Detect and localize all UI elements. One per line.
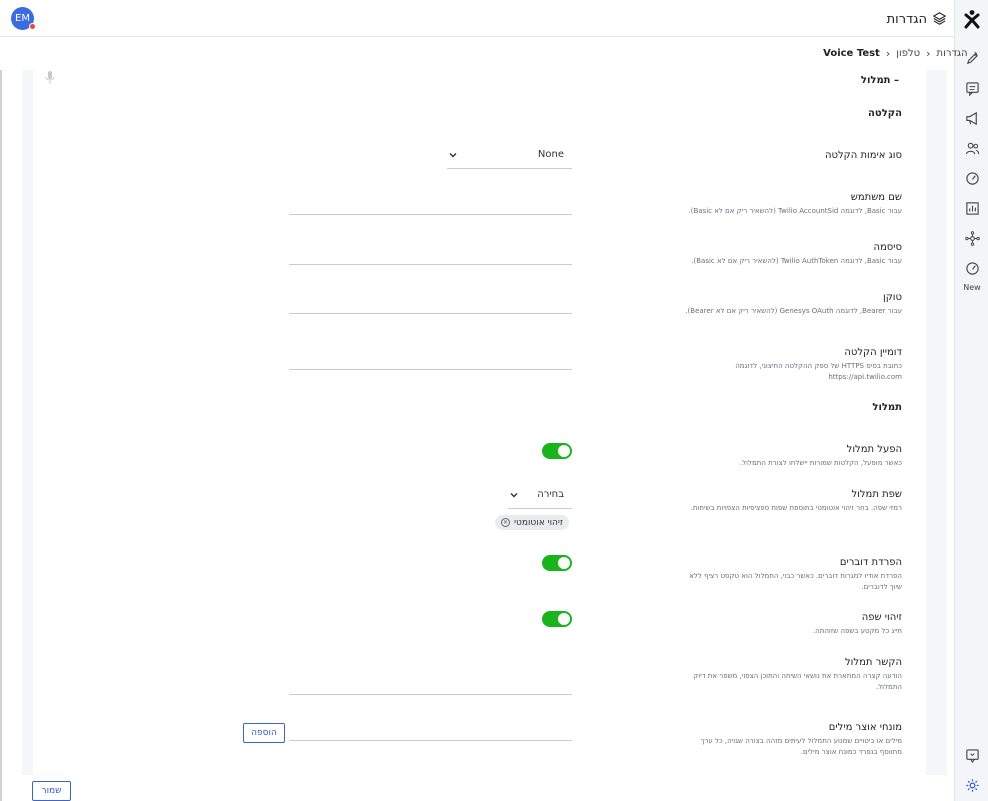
password-input[interactable]	[289, 245, 572, 265]
save-button[interactable]: שמור	[32, 781, 71, 801]
password-hint: עבור Basic, לדוגמה Twilio AuthToken (להש…	[691, 257, 902, 265]
gauge-icon[interactable]	[955, 166, 988, 190]
auth-type-value: None	[537, 149, 564, 160]
language-detect-row: זיהוי שפה תייג כל מקטע בשפה שזוהתה.	[682, 612, 902, 637]
top-header: EM הגדרות	[0, 0, 954, 37]
diarization-toggle[interactable]	[542, 555, 572, 571]
avatar-initials: EM	[15, 13, 30, 24]
token-hint: עבור Bearer, לדוגמה Genesys OAuth (להשאי…	[685, 307, 902, 315]
left-scroll-edge	[0, 70, 2, 801]
chevron-down-icon	[449, 151, 457, 162]
bar-chart-icon[interactable]	[955, 196, 988, 220]
diarization-hint: הפרדת אודיו למגרות דוברים. כאשר כבוי, הת…	[689, 572, 902, 591]
vocabulary-label: מונחי אוצר מילים	[828, 722, 902, 733]
enable-transcription-toggle[interactable]	[542, 443, 572, 459]
diarization-row: הפרדת דוברים הפרדת אודיו למגרות דוברים. …	[682, 557, 902, 593]
language-detect-hint: תייג כל מקטע בשפה שזוהתה.	[812, 627, 902, 635]
username-input[interactable]	[289, 195, 572, 215]
enable-transcription-label: הפעל תמלול	[846, 444, 902, 455]
breadcrumb-item-phone[interactable]: טלפון	[896, 48, 920, 59]
context-row: הקשר תמלול הודעה קצרה המתארת את נושאי הש…	[682, 657, 902, 693]
password-label: סיסמה	[873, 242, 902, 253]
add-vocabulary-button[interactable]: הוספה	[243, 723, 285, 743]
breadcrumb-back-chevron[interactable]: ›	[974, 47, 978, 60]
settings-icon[interactable]	[955, 773, 988, 797]
transcription-language-select[interactable]: בחירה	[508, 489, 572, 509]
transcription-language-row: שפת תמלול רמזי שפה. בחר זיהוי אוטומטי בת…	[682, 489, 902, 514]
nav-rail: New	[954, 0, 988, 801]
users-icon[interactable]	[955, 136, 988, 160]
vocabulary-row: מונחי אוצר מילים מילים או ביטויים שמנוע …	[682, 722, 902, 758]
language-detect-toggle[interactable]	[542, 611, 572, 627]
token-row: טוקן עבור Bearer, לדוגמה Genesys OAuth (…	[682, 292, 902, 317]
username-row: שם משתמש עבור Basic, לדוגמה Twilio Accou…	[682, 192, 903, 217]
diarization-label: הפרדת דוברים	[839, 557, 902, 568]
feedback-icon[interactable]	[955, 743, 988, 767]
username-hint: עבור Basic, לדוגמה Twilio AccountSid (לה…	[688, 207, 903, 215]
user-avatar[interactable]: EM	[11, 7, 36, 30]
language-detect-label: זיהוי שפה	[861, 612, 902, 623]
auth-type-label: סוג אימות הקלטה	[824, 150, 902, 161]
recording-section-title: הקלטה	[868, 108, 902, 119]
breadcrumb-separator: ›	[885, 47, 891, 60]
breadcrumb: › הגדרות › טלפון › Voice Test	[823, 47, 978, 60]
vocabulary-input[interactable]	[289, 721, 572, 741]
toggle-knob	[558, 445, 570, 457]
chip-label: זיהוי אוטומטי	[514, 517, 564, 528]
transcription-language-label: שפת תמלול	[851, 489, 902, 500]
layers-icon	[932, 10, 947, 29]
domain-label: דומיין הקלטה	[844, 347, 902, 358]
enable-transcription-row: הפעל תמלול כאשר מופעל, הקלטות שמורות ייש…	[682, 444, 902, 469]
token-label: טוקן	[882, 292, 902, 303]
password-row: סיסמה עבור Basic, לדוגמה Twilio AuthToke…	[682, 242, 902, 267]
context-label: הקשר תמלול	[845, 657, 902, 668]
logo-icon[interactable]	[955, 6, 988, 32]
breadcrumb-item-settings[interactable]: הגדרות	[937, 48, 968, 59]
microphone-icon	[45, 70, 55, 84]
username-label: שם משתמש	[850, 192, 902, 203]
domain-row: דומיין הקלטה כתובת בסיס HTTPS של ספק ההק…	[682, 347, 902, 383]
chat-icon[interactable]	[955, 76, 988, 100]
toggle-knob	[558, 557, 570, 569]
new-badge-label: New	[963, 283, 981, 292]
chevron-down-icon	[510, 491, 518, 502]
chip-remove-icon[interactable]: ✕	[501, 518, 510, 527]
transcription-language-value: בחירה	[537, 489, 564, 500]
megaphone-icon[interactable]	[955, 106, 988, 130]
transcription-collapse-toggle[interactable]: – תמלול	[861, 75, 899, 86]
enable-transcription-hint: כאשר מופעל, הקלטות שמורות יישלחו לצורת ה…	[739, 459, 902, 467]
transcription-language-hint: רמזי שפה. בחר זיהוי אוטומטי בתוספת שפות …	[690, 504, 902, 512]
network-icon[interactable]	[955, 226, 988, 250]
domain-hint: כתובת בסיס HTTPS של ספק ההקלטה החיצוני, …	[735, 362, 902, 381]
breadcrumb-separator: ›	[926, 47, 931, 60]
gauge-new-icon[interactable]	[955, 256, 988, 280]
domain-input[interactable]	[289, 350, 572, 370]
page-title: הגדרות	[886, 12, 927, 27]
vocabulary-hint: מילים או ביטויים שמנוע התמלול לעיתים מזה…	[700, 737, 902, 756]
page-title-group: הגדרות	[886, 10, 947, 29]
auth-type-row: סוג אימות הקלטה	[825, 150, 902, 161]
breadcrumb-item-current: Voice Test	[823, 48, 880, 59]
auth-type-select[interactable]: None	[447, 149, 572, 169]
status-dot	[29, 23, 36, 30]
token-input[interactable]	[289, 294, 572, 314]
context-input[interactable]	[289, 675, 572, 695]
transcription-section-title: תמלול	[872, 402, 902, 413]
toggle-knob	[558, 613, 570, 625]
auto-detect-chip[interactable]: זיהוי אוטומטי ✕	[495, 515, 570, 530]
context-hint: הודעה קצרה המתארת את נושאי השיחה והתוכן …	[693, 672, 902, 691]
